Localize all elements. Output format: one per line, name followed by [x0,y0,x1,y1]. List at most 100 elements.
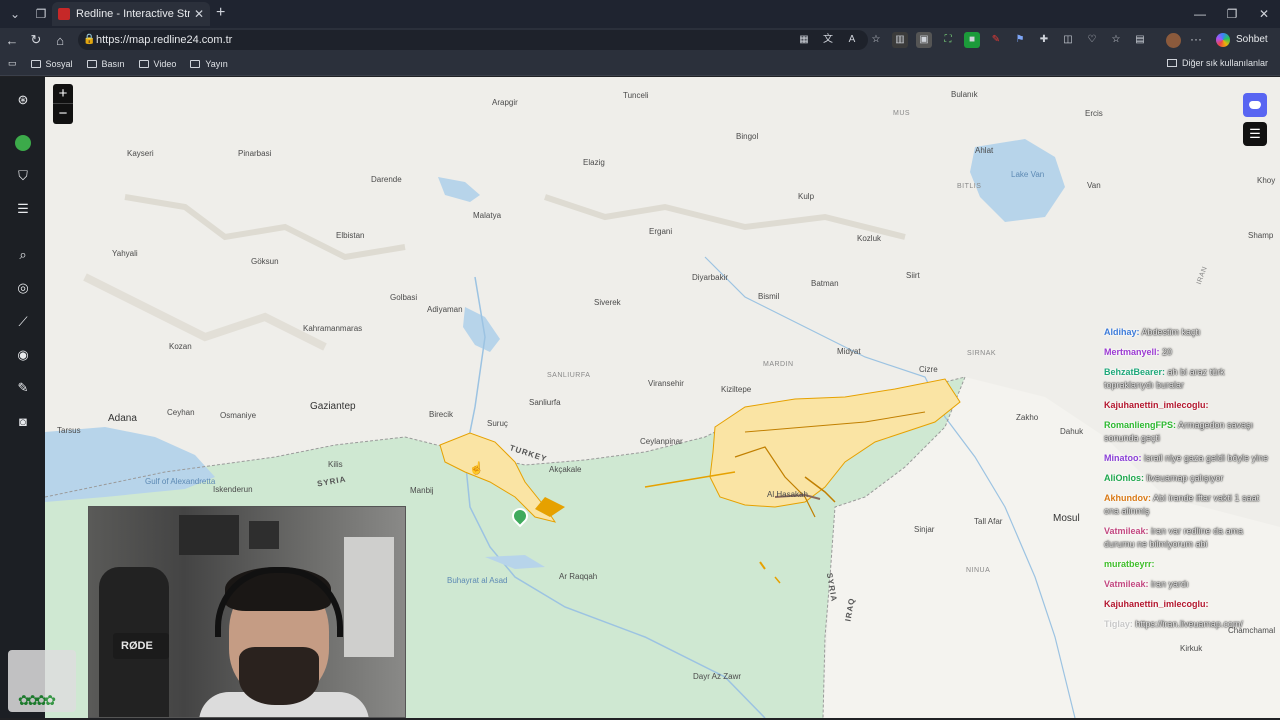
chat-username: Vatmileak: [1104,526,1149,536]
tab-title: Redline - Interactive Strategic Map [76,8,190,20]
camera-icon[interactable]: ◙ [15,414,31,430]
chat-message: Kajuhanettin_imlecoglu: [1104,598,1276,611]
place-label: Sinjar [914,525,935,534]
target-icon[interactable]: ◉ [15,347,31,363]
globe-icon[interactable]: ⊛ [15,92,31,108]
close-window-icon[interactable]: ✕ [1248,0,1280,28]
extensions-puzzle-icon[interactable]: ✚ [1036,32,1052,48]
more-menu-icon[interactable]: ··· [1190,32,1202,46]
place-label: Ahlat [975,146,994,155]
restore-icon[interactable]: ❐ [1216,0,1248,28]
place-label: Adana [108,413,137,424]
mug-overlay: ✿✿✿✿ [8,650,76,712]
chat-username: RomanliengFPS: [1104,420,1177,430]
bookmark-basin[interactable]: Basın [86,59,125,69]
chat-text: iran yardı [1151,579,1189,589]
chat-message: Mertmanyell: 20 [1104,346,1276,359]
chat-text: liveuamap çalışıyor [1146,473,1224,483]
home-icon[interactable]: ⌂ [48,33,72,48]
chat-text: 20 [1162,347,1173,357]
copilot-button[interactable]: Sohbet et [1214,31,1280,63]
bookmarks-manage-icon[interactable]: ▭ [8,58,17,69]
new-tab-button[interactable]: + [216,4,225,22]
tab-redline[interactable]: Redline - Interactive Strategic Map ✕ [52,2,210,26]
chat-message: Kajuhanettin_imlecoglu: [1104,399,1276,412]
hamburger-menu-icon[interactable]: ☰ [1243,122,1267,146]
place-label: Tarsus [57,426,81,435]
place-label: Kozluk [857,234,882,243]
place-label: Ar Raqqah [559,572,598,581]
chat-username: Kajuhanettin_imlecoglu: [1104,400,1209,410]
zoom-control: + − [53,84,73,124]
place-label: Adiyaman [427,305,463,314]
place-label: Göksun [251,257,279,266]
place-label: Kozan [169,342,192,351]
chat-message: Akhundov: Abi irande iftar vakti 1 saat … [1104,492,1276,518]
favorites-icon[interactable]: ☆ [1108,32,1124,48]
chat-text: Abdestim kaçtı [1141,327,1201,337]
extension-1-icon[interactable]: ▥ [892,32,908,48]
tab-bar: ⌄ ❐ Redline - Interactive Strategic Map … [0,0,1280,28]
door [344,537,394,657]
search-icon[interactable]: ⌕ [15,247,31,263]
chat-message: BehzatBearer: ah bi araz türk toprakları… [1104,366,1276,392]
bookmark-yayin[interactable]: Yayın [190,59,228,69]
plant-icon: ✿✿✿✿ [18,692,56,708]
place-label: Pinarbasi [238,149,272,158]
discord-icon[interactable] [1243,93,1267,117]
extension-2-icon[interactable]: ▣ [916,32,932,48]
chat-username: Vatmileak: [1104,579,1149,589]
extension-6-icon[interactable]: ⚑ [1012,32,1028,48]
webcam-overlay: RØDE [88,506,406,718]
chat-message: Vatmileak: iran var redline da ama durum… [1104,525,1276,551]
place-label: Tall Afar [974,517,1003,526]
tab-actions-icon[interactable]: ⌄ [4,3,26,25]
chat-username: Tiglay: [1104,619,1133,629]
minimize-icon[interactable]: — [1184,0,1216,28]
bookmark-video[interactable]: Video [138,59,176,69]
back-icon[interactable]: ← [0,33,24,48]
draw-pen-icon[interactable]: ✎ [15,380,31,396]
profile-avatar[interactable] [1166,33,1181,48]
place-label: Zakho [1016,413,1039,422]
filters-icon[interactable]: ☰ [15,201,31,217]
place-label: MARDIN [763,361,794,368]
place-label: Shamp [1248,231,1274,240]
read-aloud-icon[interactable]: A [844,32,860,48]
other-bookmarks[interactable]: Diğer sık kullanılanlar [1166,58,1268,68]
bookmark-sosyal[interactable]: Sosyal [30,59,73,69]
translate-icon[interactable]: 文 [820,32,836,48]
close-tab-icon[interactable]: ✕ [194,7,204,21]
place-label: BITLIS [957,183,982,190]
refresh-icon[interactable]: ↻ [24,32,48,48]
split-screen-icon[interactable]: ◫ [1060,32,1076,48]
layer-badge-icon[interactable] [15,135,31,151]
place-label: Kiziltepe [721,385,752,394]
ruler-icon[interactable]: ⟋ [15,314,31,330]
browser-essentials-icon[interactable]: ♡ [1084,32,1100,48]
chat-username: Kajuhanettin_imlecoglu: [1104,599,1209,609]
chat-username: muratbeyrr: [1104,559,1155,569]
place-label: Bingol [736,132,759,141]
collections-icon[interactable]: ▤ [1132,32,1148,48]
zoom-in-button[interactable]: + [53,84,73,104]
chat-message: Tiglay: https://iran.liveuamap.com/ [1104,618,1276,631]
app-available-icon[interactable]: ▦ [796,32,812,48]
url-text: https://map.redline24.com.tr [96,34,233,46]
extension-5-icon[interactable]: ✎ [988,32,1004,48]
extension-4-icon[interactable]: ■ [964,32,980,48]
favorite-star-icon[interactable]: ☆ [868,32,884,48]
location-pin-icon[interactable]: ◎ [15,280,31,296]
chat-username: AliOnlos: [1104,473,1144,483]
place-label: Khoy [1257,176,1276,185]
folder-icon [1166,59,1177,67]
url-field[interactable]: 🔒 https://map.redline24.com.tr [78,30,868,50]
extension-3-icon[interactable]: ⛶ [940,32,956,48]
place-label: Ergani [649,227,673,236]
zoom-out-button[interactable]: − [53,104,73,124]
workspaces-icon[interactable]: ❐ [30,3,52,25]
place-label: Siverek [594,298,621,307]
place-label: Malatya [473,211,502,220]
shield-icon[interactable]: ⛉ [15,168,31,184]
place-label: SIRNAK [967,350,997,357]
